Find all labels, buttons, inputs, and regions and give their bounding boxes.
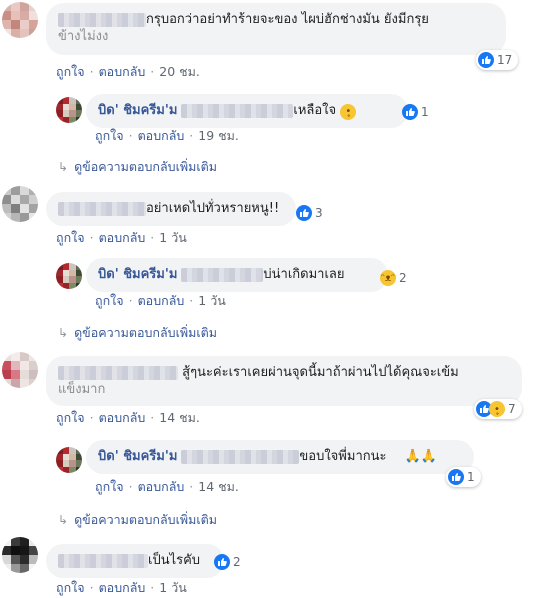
view-more-replies[interactable]: ↳ ดูข้อความตอบกลับเพิ่มเติม	[58, 323, 217, 343]
reply-link[interactable]: ตอบกลับ	[99, 230, 146, 245]
reply-text: ุเหลือใจ	[293, 103, 337, 118]
view-more-replies[interactable]: ↳ ดูข้อความตอบกลับเพิ่มเติม	[58, 157, 217, 177]
comment-actions: ถูกใจ · ตอบกลับ · 20 ชม.	[56, 64, 200, 79]
reaction-summary[interactable]: 17	[476, 50, 519, 70]
redacted-text	[181, 267, 264, 282]
reaction-summary[interactable]: 1	[400, 102, 435, 122]
reply-author[interactable]: บิด' ชิมครีม'ม	[98, 267, 177, 282]
comment-text: สู้ๆนะค่ะเราเคยผ่านจุดนี้มาถ้าผ่านไปได้ค…	[182, 365, 459, 380]
reply-bubble: บิด' ชิมครีม'ม บ่น่าเกิดมาเลย	[86, 258, 388, 292]
like-link[interactable]: ถูกใจ	[56, 64, 85, 79]
reply-avatar[interactable]	[56, 447, 82, 473]
commenter-avatar[interactable]	[2, 186, 38, 222]
commenter-avatar[interactable]	[2, 2, 38, 38]
like-link[interactable]: ถูกใจ	[95, 479, 124, 494]
commenter-avatar[interactable]	[2, 352, 38, 388]
reply-avatar[interactable]	[56, 97, 82, 123]
reaction-count: 3	[315, 206, 323, 220]
timestamp[interactable]: 1 วัน	[159, 580, 187, 595]
reply-arrow-icon: ↳	[58, 160, 69, 174]
like-link[interactable]: ถูกใจ	[56, 230, 85, 245]
view-more-replies[interactable]: ↳ ดูข้อความตอบกลับเพิ่มเติม	[58, 510, 217, 530]
reply-link[interactable]: ตอบกลับ	[138, 293, 185, 308]
redacted-author-name	[58, 201, 146, 216]
reaction-summary[interactable]: 2	[212, 552, 247, 572]
timestamp[interactable]: 14 ชม.	[198, 479, 239, 494]
reaction-count: 7	[508, 402, 516, 416]
reaction-count: 1	[421, 105, 429, 119]
reaction-count: 2	[399, 271, 407, 285]
reply-link[interactable]: ตอบกลับ	[99, 64, 146, 79]
comment-text-line2: แข็งมาก	[58, 382, 106, 397]
reply-bubble: บิด' ชิมครีม'ม ขอบใจพี่มากนะ 🙏🙏	[86, 440, 474, 474]
reply-actions: ถูกใจ · ตอบกลับ · 14 ชม.	[95, 479, 239, 494]
reply-author[interactable]: บิด' ชิมครีม'ม	[98, 103, 177, 118]
laughing-emoji-icon: ᵔᴥᵔ	[380, 270, 396, 286]
reply-link[interactable]: ตอบกลับ	[99, 580, 146, 595]
timestamp[interactable]: 19 ชม.	[198, 128, 239, 143]
comment-bubble: กรุบอกว่าอย่าทำร้ายจะของ ไผบ่ฮักช่างมัน …	[46, 3, 506, 55]
timestamp[interactable]: 14 ชม.	[159, 410, 200, 425]
reply-actions: ถูกใจ · ตอบกลับ · 1 วัน	[95, 293, 226, 308]
thumbs-up-icon	[478, 52, 494, 68]
timestamp[interactable]: 1 วัน	[159, 230, 187, 245]
like-link[interactable]: ถูกใจ	[56, 580, 85, 595]
praying-hands-icon: 🙏🙏	[404, 449, 437, 464]
comment-bubble: สู้ๆนะค่ะเราเคยผ่านจุดนี้มาถ้าผ่านไปได้ค…	[46, 356, 522, 406]
reaction-summary[interactable]: 1	[446, 467, 481, 487]
redacted-author-name	[58, 12, 146, 27]
timestamp[interactable]: 1 วัน	[198, 293, 226, 308]
thumbs-up-icon	[214, 554, 230, 570]
redacted-author-name	[58, 553, 148, 568]
comment-text: กรุบอกว่าอย่าทำร้ายจะของ ไผบ่ฮักช่างมัน …	[146, 12, 429, 27]
comment-bubble: เป็นไรคับ	[46, 544, 224, 578]
redacted-text	[181, 449, 300, 464]
timestamp[interactable]: 20 ชม.	[159, 64, 200, 79]
reaction-summary[interactable]: ᵔᴥᵔ 2	[378, 268, 413, 288]
reaction-summary[interactable]: 3	[294, 203, 329, 223]
redacted-author-name	[58, 365, 178, 380]
comment-text: เป็นไรคับ	[148, 553, 201, 568]
reply-link[interactable]: ตอบกลับ	[138, 479, 185, 494]
reply-text: บ่น่าเกิดมาเลย	[263, 267, 345, 282]
comment-text-line2: ข้างไม่งง	[58, 29, 109, 44]
thumbs-up-icon	[296, 205, 312, 221]
comment-bubble: อย่าเหดไปทั่วหรายหนู!!	[46, 192, 296, 226]
reply-arrow-icon: ↳	[58, 326, 69, 340]
sad-emoji-icon: •̥	[340, 103, 357, 120]
reply-bubble: บิด' ชิมครีม'มุเหลือใจ •̥	[86, 94, 408, 128]
comment-text: อย่าเหดไปทั่วหรายหนู!!	[146, 201, 280, 216]
reply-avatar[interactable]	[56, 263, 82, 289]
reply-text: ขอบใจพี่มากนะ	[299, 449, 387, 464]
reply-author[interactable]: บิด' ชิมครีม'ม	[98, 449, 177, 464]
comment-actions: ถูกใจ · ตอบกลับ · 1 วัน	[56, 580, 187, 595]
reaction-count: 17	[497, 53, 513, 67]
like-link[interactable]: ถูกใจ	[56, 410, 85, 425]
commenter-avatar[interactable]	[2, 537, 38, 573]
thumbs-up-icon	[448, 469, 464, 485]
reply-arrow-icon: ↳	[58, 513, 69, 527]
thumbs-up-icon	[402, 104, 418, 120]
redacted-text	[181, 103, 294, 118]
reaction-summary[interactable]: •̥ 7	[474, 399, 522, 419]
like-link[interactable]: ถูกใจ	[95, 128, 124, 143]
reply-actions: ถูกใจ · ตอบกลับ · 19 ชม.	[95, 128, 239, 143]
reaction-count: 2	[233, 555, 241, 569]
like-link[interactable]: ถูกใจ	[95, 293, 124, 308]
comment-actions: ถูกใจ · ตอบกลับ · 14 ชม.	[56, 410, 200, 425]
reaction-count: 1	[467, 470, 475, 484]
reply-link[interactable]: ตอบกลับ	[99, 410, 146, 425]
reply-link[interactable]: ตอบกลับ	[138, 128, 185, 143]
comment-actions: ถูกใจ · ตอบกลับ · 1 วัน	[56, 230, 187, 245]
sad-emoji-icon: •̥	[489, 401, 505, 417]
